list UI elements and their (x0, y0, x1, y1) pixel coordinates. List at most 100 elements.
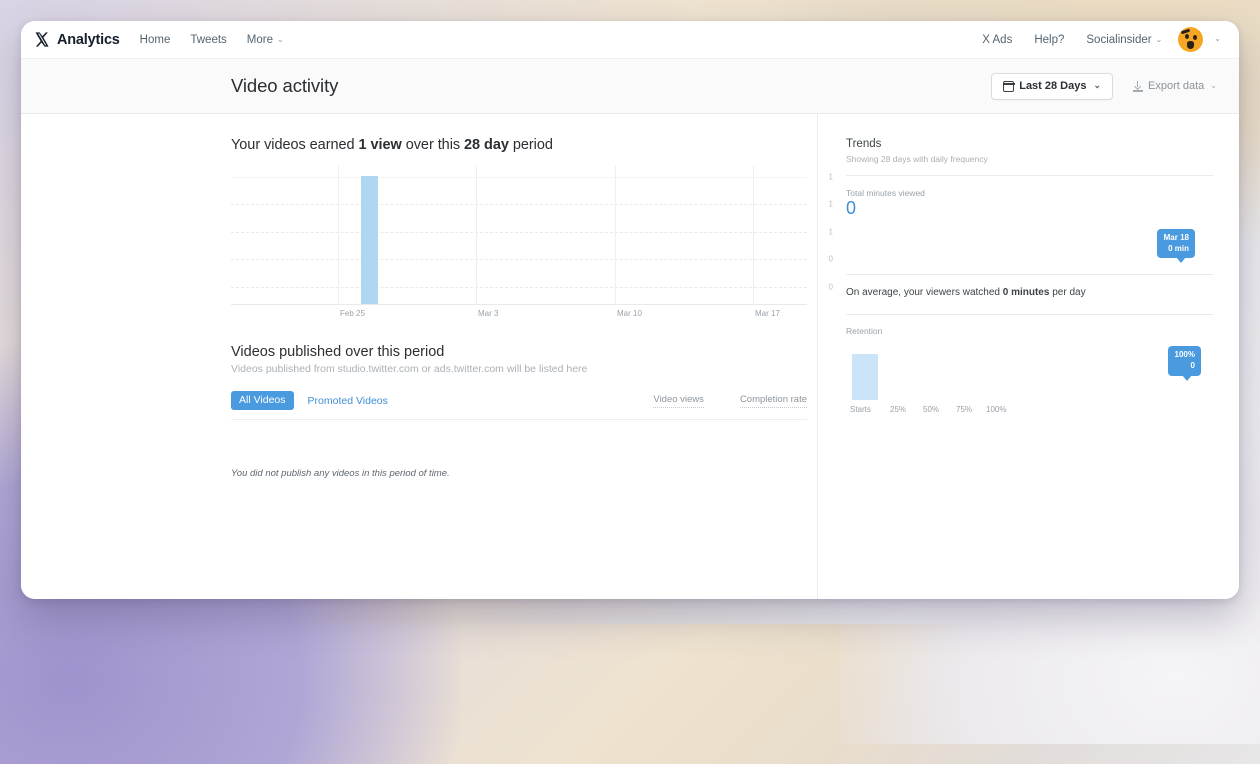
main-column: Your videos earned 1 view over this 28 d… (21, 114, 833, 599)
avatar[interactable] (1178, 27, 1204, 52)
x-logo-icon (35, 32, 49, 47)
download-icon (1133, 80, 1144, 92)
average-prefix: On average, your viewers watched (846, 286, 1003, 298)
trend-tooltip: Mar 18 0 min (1156, 228, 1195, 263)
chart-gridline (231, 287, 807, 289)
average-watch-text: On average, your viewers watched 0 minut… (846, 285, 1213, 301)
retention-tick: Starts (850, 405, 871, 415)
retention-tick: 100% (986, 405, 1007, 415)
chart-x-axis (231, 304, 807, 305)
average-bold: 0 minutes (1002, 286, 1050, 298)
retention-chart: 100% 0 (846, 344, 1213, 401)
summary-prefix: Your videos earned (231, 137, 359, 153)
chart-vertical-line (753, 166, 754, 305)
retention-tick: 75% (956, 405, 973, 415)
export-data-button[interactable]: Export data ⌄ (1133, 80, 1217, 92)
chevron-down-icon: ⌄ (277, 34, 284, 44)
chevron-down-icon: ⌄ (1155, 34, 1163, 44)
summary-views: 1 view (358, 137, 402, 153)
retention-axis-labels: Starts 25% 50% 75% 100% (846, 405, 1213, 419)
chart-y-tick: 1 (828, 227, 833, 237)
chart-plot-area: 1 1 1 0 0 (231, 166, 833, 305)
chart-y-tick: 1 (828, 199, 833, 209)
avatar-eye-left (1185, 34, 1190, 39)
published-section-title: Videos published over this period (231, 344, 445, 360)
nav-link-help[interactable]: Help? (1034, 34, 1064, 46)
page-title: Video activity (231, 75, 339, 96)
avatar-eye-right (1193, 35, 1198, 40)
top-navigation-bar: Analytics Home Tweets More ⌄ X Ads Help? … (21, 21, 1239, 58)
nav-link-home[interactable]: Home (140, 34, 171, 46)
total-minutes-label: Total minutes viewed (846, 188, 925, 198)
retention-label: Retention (846, 326, 883, 337)
page-header: Video activity Last 28 Days ⌄ Export dat… (21, 58, 1239, 114)
chart-gridline (231, 259, 807, 261)
header-actions: Last 28 Days ⌄ Export data ⌄ (991, 72, 1217, 100)
trends-subtitle: Showing 28 days with daily frequency (846, 154, 988, 164)
divider (846, 175, 1213, 176)
chart-vertical-line (615, 166, 616, 305)
chart-gridline (231, 177, 807, 178)
chart-x-tick: Mar 10 (617, 309, 642, 318)
trends-title: Trends (846, 138, 882, 150)
divider (846, 273, 1213, 275)
nav-link-account[interactable]: Socialinsider ⌄ (1086, 34, 1162, 46)
summary-headline: Your videos earned 1 view over this 28 d… (231, 137, 817, 153)
retention-bar[interactable] (852, 354, 878, 401)
chart-x-tick: Mar 3 (478, 309, 499, 318)
average-suffix: per day (1049, 286, 1086, 298)
trend-tooltip-value: 0 min (1168, 243, 1189, 253)
videos-filter-bar: All Videos Promoted Videos Video views C… (231, 391, 807, 420)
retention-tooltip: 100% 0 (1167, 346, 1201, 381)
retention-tick: 50% (923, 405, 940, 415)
chart-bar[interactable] (360, 176, 378, 304)
published-section-subtitle: Videos published from studio.twitter.com… (231, 363, 588, 375)
minutes-trend-chart: Mar 18 0 min (846, 205, 1213, 263)
chart-gridline (231, 204, 807, 206)
browser-window: Analytics Home Tweets More ⌄ X Ads Help? … (21, 21, 1239, 599)
chart-y-tick: 0 (828, 254, 833, 264)
nav-link-more[interactable]: More ⌄ (247, 34, 284, 46)
chart-x-tick: Feb 25 (340, 309, 365, 318)
chart-x-tick: Mar 17 (755, 309, 780, 318)
date-range-label: Last 28 Days (1019, 80, 1087, 92)
summary-suffix: period (508, 137, 553, 153)
chart-gridline (231, 232, 807, 234)
avatar-chevron-down-icon[interactable]: ⌄ (1214, 34, 1221, 43)
summary-period: 28 day (464, 137, 509, 153)
chart-y-axis-labels: 1 1 1 0 0 (811, 166, 833, 305)
metric-video-views[interactable]: Video views (653, 394, 704, 408)
metric-column-headers: Video views Completion rate (617, 394, 807, 408)
chart-y-tick: 0 (828, 282, 833, 292)
tab-promoted-videos[interactable]: Promoted Videos (308, 395, 388, 407)
chart-y-tick: 1 (828, 172, 833, 182)
nav-link-account-label: Socialinsider (1086, 33, 1152, 46)
summary-middle: over this (401, 137, 465, 153)
nav-right-group: X Ads Help? Socialinsider ⌄ ⌄ (982, 27, 1221, 52)
retention-tooltip-pct: 100% (1174, 350, 1195, 360)
export-data-label: Export data (1148, 80, 1205, 92)
chevron-down-icon: ⌄ (1093, 79, 1102, 90)
avatar-mouth (1187, 41, 1195, 49)
calendar-icon (1002, 80, 1015, 92)
download-icon-base (1133, 90, 1144, 92)
trend-tooltip-date: Mar 18 (1163, 232, 1189, 242)
date-range-selector[interactable]: Last 28 Days ⌄ (991, 72, 1114, 100)
retention-tick: 25% (890, 405, 907, 415)
divider (846, 314, 1213, 316)
video-views-chart: 1 1 1 0 0 Feb 25 Mar 3 Mar 10 Mar 17 (231, 166, 833, 325)
chevron-down-icon: ⌄ (1210, 80, 1217, 90)
metric-completion-rate[interactable]: Completion rate (739, 394, 807, 408)
brand-label: Analytics (57, 31, 120, 48)
empty-state-message: You did not publish any videos in this p… (231, 468, 450, 479)
tab-all-videos[interactable]: All Videos (231, 391, 294, 410)
content-area: Your videos earned 1 view over this 28 d… (21, 114, 1239, 599)
retention-tooltip-value: 0 (1190, 361, 1195, 371)
chart-x-axis-labels: Feb 25 Mar 3 Mar 10 Mar 17 (231, 309, 807, 325)
chart-vertical-line (338, 166, 339, 305)
nav-link-tweets[interactable]: Tweets (190, 34, 226, 46)
chart-vertical-line (476, 166, 477, 305)
nav-link-x-ads[interactable]: X Ads (982, 34, 1012, 46)
nav-left-group: Analytics Home Tweets More ⌄ (33, 31, 300, 48)
nav-link-more-label: More (246, 33, 273, 46)
